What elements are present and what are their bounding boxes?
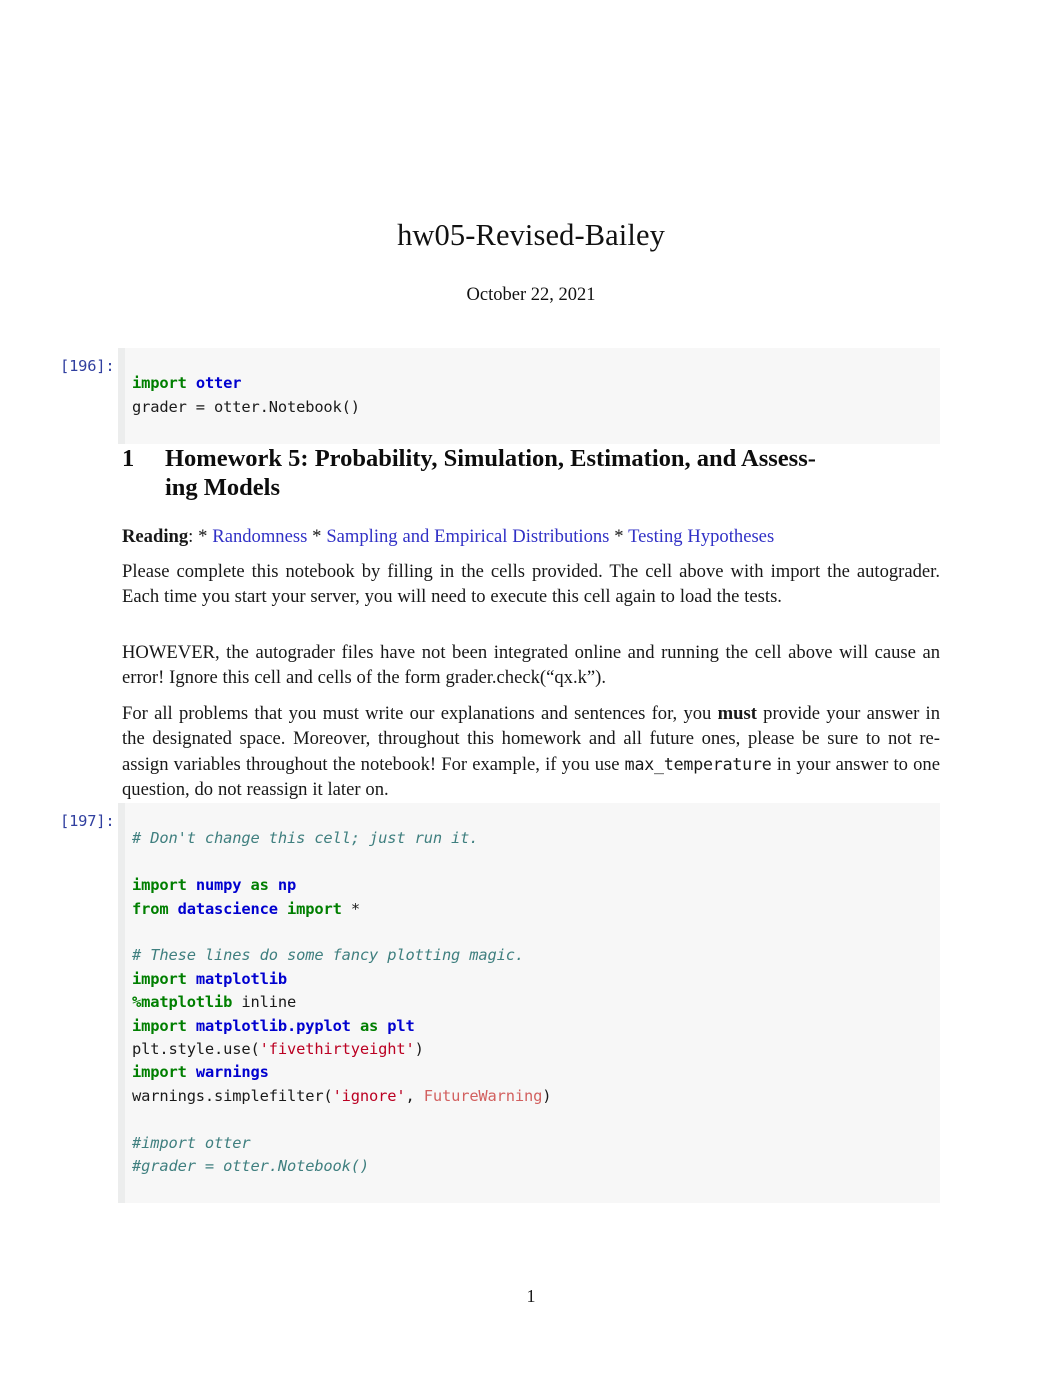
section-heading: 1 Homework 5: Probability, Simulation, Es… — [122, 443, 940, 474]
code-token: import — [287, 899, 342, 918]
reading-line: Reading: * Randomness * Sampling and Emp… — [122, 524, 940, 549]
link-sampling-empirical-distributions[interactable]: Sampling and Empirical Distributions — [326, 526, 609, 547]
code-token: #grader = otter.Notebook() — [132, 1157, 370, 1176]
code-token: numpy — [195, 876, 242, 895]
code-token: # These lines do some fancy plotting mag… — [132, 946, 524, 965]
document-title: hw05-Revised-Bailey — [397, 218, 665, 253]
section-title-line2: ing Models — [165, 474, 281, 501]
document-page: hw05-Revised-Bailey October 22, 2021 [19… — [0, 0, 1062, 1377]
code-token: datascience — [177, 899, 278, 918]
paragraph-explanations-part1: For all problems that you must write our… — [122, 703, 718, 724]
code-token: import — [132, 1063, 187, 1082]
reading-label: Reading — [122, 526, 189, 547]
code-token: as — [250, 876, 269, 895]
code-token: grader = otter.Notebook() — [132, 397, 360, 416]
paragraph-explanations: For all problems that you must write our… — [122, 701, 940, 803]
code-token: warnings.simplefilter( — [132, 1086, 333, 1105]
code-token: import — [132, 374, 187, 393]
paragraph-however-warning: HOWEVER, the autograder files have not b… — [122, 642, 940, 689]
code-token: np — [277, 876, 297, 895]
reading-colon: : * — [188, 526, 213, 547]
section-title-line1: Homework 5: Probability, Simulation, Est… — [165, 445, 816, 472]
code-token: warnings — [195, 1063, 269, 1082]
code-token: otter — [195, 374, 242, 393]
code-token: matplotlib.pyplot — [195, 1016, 351, 1035]
reading-sep-2: * — [609, 526, 629, 547]
link-testing-hypotheses[interactable]: Testing Hypotheses — [628, 526, 774, 547]
section-number: 1 — [122, 445, 135, 472]
code-token: #import otter — [132, 1133, 251, 1152]
code-token: ) — [414, 1040, 424, 1059]
code-token: inline — [232, 993, 297, 1012]
code-token: 'fivethirtyeight' — [259, 1040, 415, 1059]
inline-code-max-temperature: max_temperature — [624, 754, 772, 774]
code-token: import — [132, 969, 187, 988]
code-token: %matplotlib — [132, 993, 233, 1012]
code-token: , — [405, 1086, 424, 1105]
paragraph-instructions: Please complete this notebook by filling… — [122, 561, 940, 608]
code-token: plt.style.use( — [132, 1040, 260, 1059]
code-token: ) — [542, 1086, 552, 1105]
code-block-196[interactable]: import otter grader = otter.Notebook() — [132, 372, 940, 419]
code-token: 'ignore' — [332, 1086, 406, 1105]
code-token: as — [359, 1016, 379, 1035]
code-token: * — [341, 899, 360, 918]
code-cell-196-body[interactable]: import otter grader = otter.Notebook() — [118, 348, 940, 444]
code-token: matplotlib — [195, 969, 287, 988]
link-randomness[interactable]: Randomness — [212, 526, 307, 547]
code-token: FutureWarning — [423, 1086, 543, 1105]
code-token: import — [132, 1016, 187, 1035]
paragraph-emphasis-must: must — [717, 703, 757, 724]
cell-prompt-197: [197]: — [60, 812, 115, 830]
document-date: October 22, 2021 — [466, 285, 596, 305]
code-token: # Don't change this cell; just run it. — [132, 829, 479, 848]
code-token: import — [132, 876, 187, 895]
page-number: 1 — [526, 1286, 536, 1306]
code-token: from — [132, 899, 169, 918]
code-cell-197-body[interactable]: # Don't change this cell; just run it. i… — [118, 803, 940, 1203]
code-block-197[interactable]: # Don't change this cell; just run it. i… — [132, 827, 940, 1178]
reading-sep-1: * — [307, 526, 327, 547]
cell-prompt-196: [196]: — [60, 357, 115, 375]
code-token: plt — [387, 1016, 415, 1035]
